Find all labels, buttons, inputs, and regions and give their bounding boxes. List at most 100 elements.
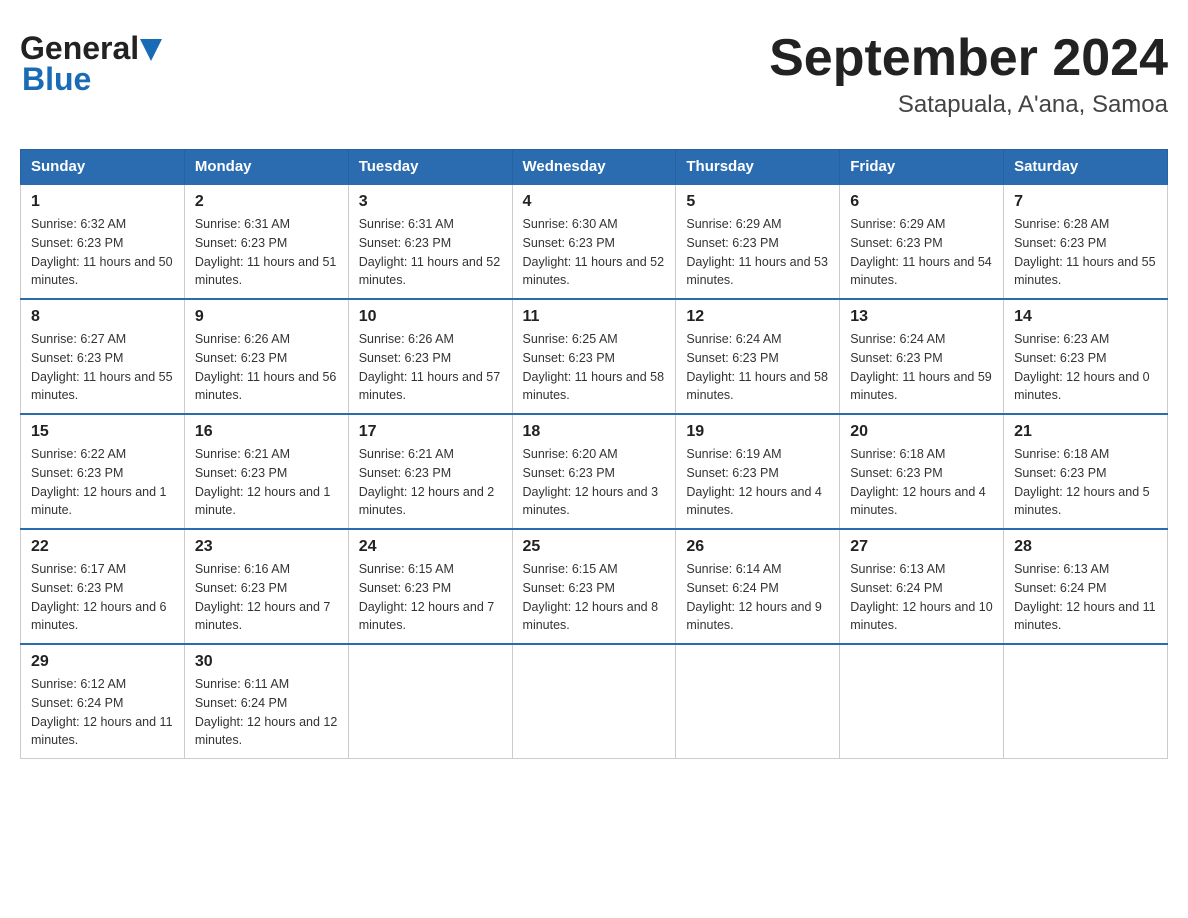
calendar-cell: 5 Sunrise: 6:29 AMSunset: 6:23 PMDaylight…	[676, 184, 840, 299]
day-info: Sunrise: 6:23 AMSunset: 6:23 PMDaylight:…	[1014, 330, 1157, 405]
logo: General Blue	[20, 30, 162, 98]
calendar-cell	[348, 644, 512, 759]
day-info: Sunrise: 6:25 AMSunset: 6:23 PMDaylight:…	[523, 330, 666, 405]
day-header-wednesday: Wednesday	[512, 150, 676, 185]
week-row-5: 29 Sunrise: 6:12 AMSunset: 6:24 PMDayligh…	[21, 644, 1168, 759]
calendar-cell: 10 Sunrise: 6:26 AMSunset: 6:23 PMDayligh…	[348, 299, 512, 414]
day-number: 28	[1014, 538, 1157, 556]
day-info: Sunrise: 6:14 AMSunset: 6:24 PMDaylight:…	[686, 560, 829, 635]
calendar-cell: 23 Sunrise: 6:16 AMSunset: 6:23 PMDayligh…	[184, 529, 348, 644]
calendar-cell: 11 Sunrise: 6:25 AMSunset: 6:23 PMDayligh…	[512, 299, 676, 414]
day-info: Sunrise: 6:26 AMSunset: 6:23 PMDaylight:…	[359, 330, 502, 405]
day-info: Sunrise: 6:12 AMSunset: 6:24 PMDaylight:…	[31, 675, 174, 750]
day-number: 18	[523, 423, 666, 441]
day-info: Sunrise: 6:32 AMSunset: 6:23 PMDaylight:…	[31, 215, 174, 290]
day-number: 19	[686, 423, 829, 441]
calendar-cell: 20 Sunrise: 6:18 AMSunset: 6:23 PMDayligh…	[840, 414, 1004, 529]
calendar-cell: 16 Sunrise: 6:21 AMSunset: 6:23 PMDayligh…	[184, 414, 348, 529]
day-info: Sunrise: 6:28 AMSunset: 6:23 PMDaylight:…	[1014, 215, 1157, 290]
day-number: 30	[195, 653, 338, 671]
calendar-cell: 28 Sunrise: 6:13 AMSunset: 6:24 PMDayligh…	[1004, 529, 1168, 644]
day-header-saturday: Saturday	[1004, 150, 1168, 185]
day-number: 16	[195, 423, 338, 441]
day-number: 8	[31, 308, 174, 326]
calendar-cell: 22 Sunrise: 6:17 AMSunset: 6:23 PMDayligh…	[21, 529, 185, 644]
day-number: 27	[850, 538, 993, 556]
day-number: 20	[850, 423, 993, 441]
calendar-cell: 2 Sunrise: 6:31 AMSunset: 6:23 PMDaylight…	[184, 184, 348, 299]
day-info: Sunrise: 6:13 AMSunset: 6:24 PMDaylight:…	[1014, 560, 1157, 635]
calendar-cell: 6 Sunrise: 6:29 AMSunset: 6:23 PMDaylight…	[840, 184, 1004, 299]
calendar-cell: 13Sunrise: 6:24 AMSunset: 6:23 PMDayligh…	[840, 299, 1004, 414]
calendar-cell: 19Sunrise: 6:19 AMSunset: 6:23 PMDayligh…	[676, 414, 840, 529]
day-info: Sunrise: 6:21 AMSunset: 6:23 PMDaylight:…	[359, 445, 502, 520]
calendar-title: September 2024	[769, 30, 1168, 87]
day-number: 24	[359, 538, 502, 556]
day-header-sunday: Sunday	[21, 150, 185, 185]
calendar-cell: 4 Sunrise: 6:30 AMSunset: 6:23 PMDaylight…	[512, 184, 676, 299]
day-number: 11	[523, 308, 666, 326]
day-number: 3	[359, 193, 502, 211]
calendar-cell: 26 Sunrise: 6:14 AMSunset: 6:24 PMDayligh…	[676, 529, 840, 644]
logo-blue-text: Blue	[22, 61, 91, 98]
calendar-cell: 30Sunrise: 6:11 AMSunset: 6:24 PMDayligh…	[184, 644, 348, 759]
week-row-1: 1 Sunrise: 6:32 AMSunset: 6:23 PMDaylight…	[21, 184, 1168, 299]
title-area: September 2024 Satapuala, A'ana, Samoa	[769, 30, 1168, 119]
day-number: 10	[359, 308, 502, 326]
day-info: Sunrise: 6:27 AMSunset: 6:23 PMDaylight:…	[31, 330, 174, 405]
calendar-header-row: SundayMondayTuesdayWednesdayThursdayFrid…	[21, 150, 1168, 185]
calendar-subtitle: Satapuala, A'ana, Samoa	[769, 91, 1168, 119]
calendar-cell: 15Sunrise: 6:22 AMSunset: 6:23 PMDayligh…	[21, 414, 185, 529]
day-info: Sunrise: 6:18 AMSunset: 6:23 PMDaylight:…	[850, 445, 993, 520]
day-number: 6	[850, 193, 993, 211]
day-info: Sunrise: 6:26 AMSunset: 6:23 PMDaylight:…	[195, 330, 338, 405]
logo-triangle-icon	[140, 39, 162, 61]
calendar-cell: 14 Sunrise: 6:23 AMSunset: 6:23 PMDayligh…	[1004, 299, 1168, 414]
day-info: Sunrise: 6:31 AMSunset: 6:23 PMDaylight:…	[195, 215, 338, 290]
day-number: 9	[195, 308, 338, 326]
day-header-friday: Friday	[840, 150, 1004, 185]
day-number: 1	[31, 193, 174, 211]
page-header: General Blue September 2024 Satapuala, A…	[20, 20, 1168, 129]
day-number: 25	[523, 538, 666, 556]
day-info: Sunrise: 6:17 AMSunset: 6:23 PMDaylight:…	[31, 560, 174, 635]
logo-content: General Blue	[20, 30, 162, 98]
calendar-cell: 1 Sunrise: 6:32 AMSunset: 6:23 PMDaylight…	[21, 184, 185, 299]
day-number: 7	[1014, 193, 1157, 211]
day-number: 17	[359, 423, 502, 441]
calendar-cell	[1004, 644, 1168, 759]
day-info: Sunrise: 6:15 AMSunset: 6:23 PMDaylight:…	[359, 560, 502, 635]
day-info: Sunrise: 6:18 AMSunset: 6:23 PMDaylight:…	[1014, 445, 1157, 520]
calendar-cell: 21 Sunrise: 6:18 AMSunset: 6:23 PMDayligh…	[1004, 414, 1168, 529]
day-info: Sunrise: 6:29 AMSunset: 6:23 PMDaylight:…	[850, 215, 993, 290]
day-info: Sunrise: 6:16 AMSunset: 6:23 PMDaylight:…	[195, 560, 338, 635]
calendar-cell	[512, 644, 676, 759]
day-info: Sunrise: 6:29 AMSunset: 6:23 PMDaylight:…	[686, 215, 829, 290]
day-number: 2	[195, 193, 338, 211]
day-number: 22	[31, 538, 174, 556]
week-row-4: 22 Sunrise: 6:17 AMSunset: 6:23 PMDayligh…	[21, 529, 1168, 644]
day-number: 26	[686, 538, 829, 556]
day-number: 29	[31, 653, 174, 671]
calendar-cell	[840, 644, 1004, 759]
calendar-cell: 18 Sunrise: 6:20 AMSunset: 6:23 PMDayligh…	[512, 414, 676, 529]
day-number: 21	[1014, 423, 1157, 441]
day-number: 5	[686, 193, 829, 211]
day-info: Sunrise: 6:24 AMSunset: 6:23 PMDaylight:…	[686, 330, 829, 405]
calendar-cell	[676, 644, 840, 759]
day-info: Sunrise: 6:13 AMSunset: 6:24 PMDaylight:…	[850, 560, 993, 635]
calendar-cell: 17 Sunrise: 6:21 AMSunset: 6:23 PMDayligh…	[348, 414, 512, 529]
day-header-monday: Monday	[184, 150, 348, 185]
calendar-table: SundayMondayTuesdayWednesdayThursdayFrid…	[20, 149, 1168, 759]
day-info: Sunrise: 6:21 AMSunset: 6:23 PMDaylight:…	[195, 445, 338, 520]
calendar-cell: 29 Sunrise: 6:12 AMSunset: 6:24 PMDayligh…	[21, 644, 185, 759]
calendar-cell: 7 Sunrise: 6:28 AMSunset: 6:23 PMDaylight…	[1004, 184, 1168, 299]
day-number: 23	[195, 538, 338, 556]
day-number: 14	[1014, 308, 1157, 326]
calendar-cell: 27 Sunrise: 6:13 AMSunset: 6:24 PMDayligh…	[840, 529, 1004, 644]
day-info: Sunrise: 6:20 AMSunset: 6:23 PMDaylight:…	[523, 445, 666, 520]
day-info: Sunrise: 6:15 AMSunset: 6:23 PMDaylight:…	[523, 560, 666, 635]
day-header-tuesday: Tuesday	[348, 150, 512, 185]
day-number: 4	[523, 193, 666, 211]
day-info: Sunrise: 6:30 AMSunset: 6:23 PMDaylight:…	[523, 215, 666, 290]
